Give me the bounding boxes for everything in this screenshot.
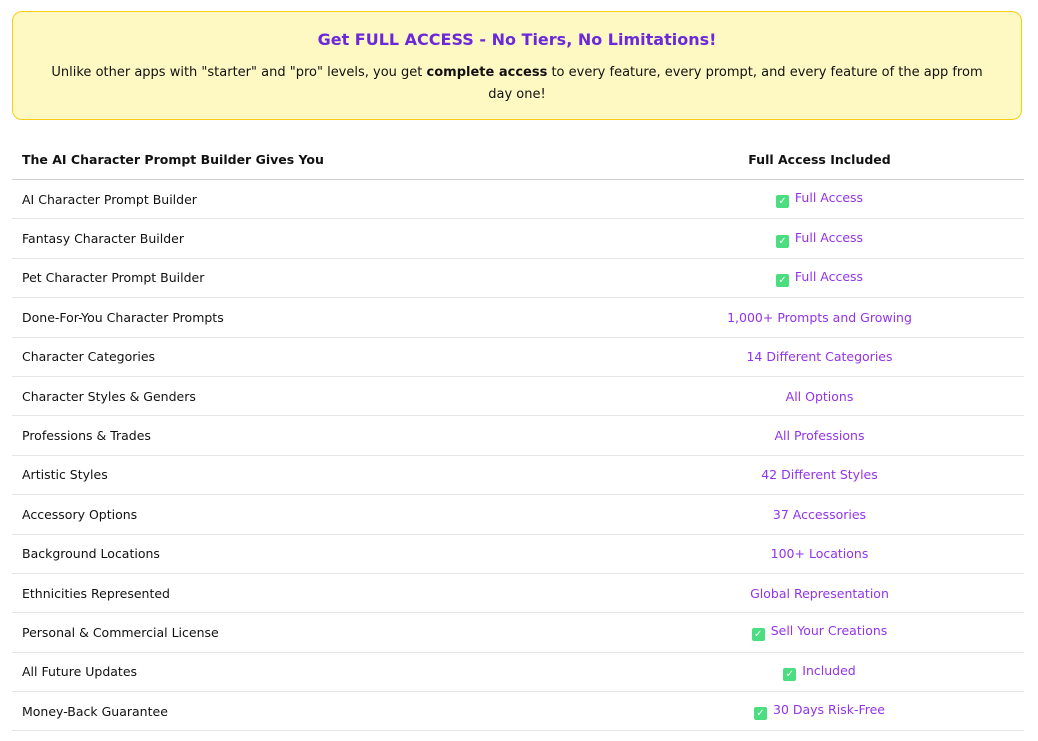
table-row: Pet Character Prompt Builder ✓ Full Access [12,258,1024,299]
table-row: Fantasy Character Builder ✓ Full Access [12,218,1024,259]
feature-comparison-table: The AI Character Prompt Builder Gives Yo… [12,140,1024,732]
access-cell: 1,000+ Prompts and Growing [615,297,1024,338]
access-value: Full Access [794,268,864,284]
banner-description: Unlike other apps with "starter" and "pr… [39,62,995,106]
table-row: Character Styles & Genders All Options [12,376,1024,417]
header-feature: The AI Character Prompt Builder Gives Yo… [12,140,615,180]
access-cell: Global Representation [615,573,1024,614]
table-body: AI Character Prompt Builder ✓ Full Access F… [12,179,1024,732]
table-row: Personal & Commercial License ✓ Sell Your … [12,612,1024,653]
access-cell: ✓ 30 Days Risk-Free [615,691,1024,732]
header-access: Full Access Included [615,140,1024,180]
banner-text-post: to every feature, every prompt, and ever… [488,65,983,102]
access-value: 30 Days Risk-Free [773,702,885,718]
check-mark-icon: ✓ [775,234,789,248]
full-access-banner: Get FULL ACCESS - No Tiers, No Limitatio… [12,11,1022,120]
banner-title: Get FULL ACCESS - No Tiers, No Limitatio… [317,30,717,49]
access-value: Included [802,662,856,678]
feature-name: AI Character Prompt Builder [12,179,615,220]
table-row: Accessory Options 37 Accessories [12,494,1024,535]
access-value: All Options [785,388,854,404]
feature-name: All Future Updates [12,652,615,693]
feature-name: Fantasy Character Builder [12,218,615,259]
feature-name: Character Categories [12,337,615,377]
access-value: 37 Accessories [772,506,867,522]
access-value: Sell Your Creations [770,623,888,639]
feature-name: Done-For-You Character Prompts [12,297,615,338]
check-mark-icon: ✓ [751,628,765,642]
access-value: 42 Different Styles [761,467,878,483]
feature-name: Personal & Commercial License [12,612,615,653]
banner-text-pre: Unlike other apps with "starter" and "pr… [51,65,427,80]
access-value: 1,000+ Prompts and Growing [727,309,912,325]
table-row: AI Character Prompt Builder ✓ Full Access [12,179,1024,220]
feature-name: Character Styles & Genders [12,376,615,417]
feature-name: Artistic Styles [12,455,615,496]
access-cell: ✓ Full Access [615,218,1024,259]
check-mark-icon: ✓ [775,273,789,287]
feature-name: Ethnicities Represented [12,573,615,614]
access-cell: ✓ Full Access [615,258,1024,299]
check-mark-icon: ✓ [783,667,797,681]
access-cell: ✓ Included [615,652,1024,693]
table-header-row: The AI Character Prompt Builder Gives Yo… [12,140,1024,180]
table-row: All Future Updates ✓ Included [12,652,1024,693]
feature-name: Accessory Options [12,494,615,535]
table-row: Character Categories 14 Different Categor… [12,337,1024,377]
table-row: Professions & Trades All Professions [12,415,1024,456]
access-value: Full Access [794,229,864,245]
access-value: Full Access [794,190,864,206]
check-mark-icon: ✓ [775,195,789,209]
banner-text-bold: complete access [426,65,548,80]
access-value: 100+ Locations [770,546,869,562]
table-row: Background Locations 100+ Locations [12,534,1024,574]
access-cell: All Professions [615,415,1024,456]
access-value: Global Representation [750,585,889,601]
access-cell: 14 Different Categories [615,337,1024,377]
feature-name: Background Locations [12,534,615,574]
feature-name: Professions & Trades [12,415,615,456]
feature-name: Money-Back Guarantee [12,691,615,732]
access-cell: 42 Different Styles [615,455,1024,496]
check-mark-icon: ✓ [754,707,767,721]
table-row: Artistic Styles 42 Different Styles [12,455,1024,496]
access-value: All Professions [774,428,865,444]
access-cell: 100+ Locations [615,534,1024,574]
access-cell: ✓ Sell Your Creations [615,612,1024,653]
access-cell: All Options [615,376,1024,417]
table-row: Ethnicities Represented Global Representa… [12,573,1024,614]
access-cell: ✓ Full Access [615,179,1024,220]
table-row: Done-For-You Character Prompts 1,000+ Pro… [12,297,1024,338]
access-cell: 37 Accessories [615,494,1024,535]
table-row: Money-Back Guarantee ✓ 30 Days Risk-Free [12,691,1024,732]
access-value: 14 Different Categories [746,349,893,365]
feature-name: Pet Character Prompt Builder [12,258,615,299]
